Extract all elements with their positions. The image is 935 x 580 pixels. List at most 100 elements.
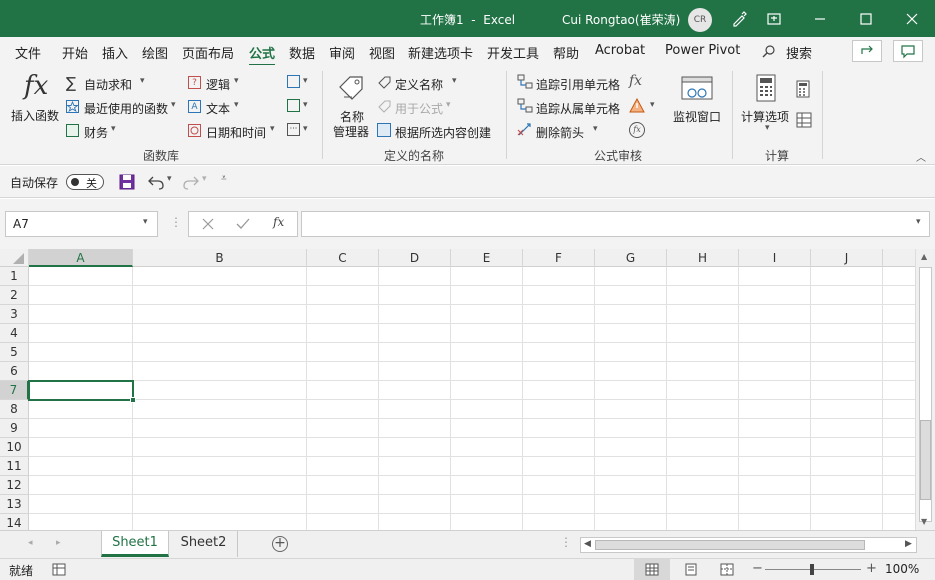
row-header-9[interactable]: 9 xyxy=(0,419,29,438)
financial-button[interactable]: 财务 xyxy=(84,124,108,141)
customize-qat-icon[interactable]: ⩡ xyxy=(221,173,227,184)
tab-page-layout[interactable]: 页面布局 xyxy=(182,43,234,62)
define-name-button[interactable]: 定义名称 xyxy=(395,76,443,93)
comment-icon[interactable] xyxy=(893,40,923,62)
scroll-down-icon[interactable]: ▼ xyxy=(921,517,927,526)
watch-window-button[interactable]: 监视窗口 xyxy=(673,108,721,125)
worksheet-grid[interactable]: A B C D E F G H I J 1 2 3 4 5 6 7 8 9 10… xyxy=(0,249,915,530)
calculate-now-icon[interactable] xyxy=(796,80,810,101)
horizontal-scrollbar[interactable]: ◀ ▶ xyxy=(580,537,917,553)
name-box-value[interactable]: A7 xyxy=(13,217,29,231)
chevron-down-icon[interactable]: ▾ xyxy=(234,100,239,110)
row-header-12[interactable]: 12 xyxy=(0,476,29,495)
page-break-view-icon[interactable] xyxy=(720,563,734,579)
chevron-down-icon[interactable]: ▾ xyxy=(111,124,116,134)
add-sheet-icon[interactable]: + xyxy=(272,536,288,552)
zoom-in-icon[interactable]: + xyxy=(866,561,877,576)
column-header-d[interactable]: D xyxy=(379,249,451,267)
tab-help[interactable]: 帮助 xyxy=(553,43,579,62)
ribbon-display-icon[interactable] xyxy=(751,0,797,37)
sheet-tab-sheet1[interactable]: Sheet1 xyxy=(101,531,169,557)
active-cell[interactable] xyxy=(28,380,134,401)
tab-new[interactable]: 新建选项卡 xyxy=(408,43,473,62)
use-in-formula-button[interactable]: 用于公式 xyxy=(395,100,443,117)
row-header-4[interactable]: 4 xyxy=(0,324,29,343)
column-header-h[interactable]: H xyxy=(667,249,739,267)
calculate-sheet-icon[interactable] xyxy=(796,112,814,133)
tab-view[interactable]: 视图 xyxy=(369,43,395,62)
column-header-e[interactable]: E xyxy=(451,249,523,267)
error-checking-icon[interactable] xyxy=(629,97,645,116)
zoom-slider[interactable] xyxy=(765,564,861,575)
chevron-down-icon[interactable]: ▾ xyxy=(593,124,598,134)
zoom-slider-thumb[interactable] xyxy=(810,564,814,575)
insert-function-icon[interactable]: fx xyxy=(273,215,284,229)
text-button[interactable]: 文本 xyxy=(206,100,230,117)
tab-developer[interactable]: 开发工具 xyxy=(487,43,539,62)
trace-dependents-button[interactable]: 追踪从属单元格 xyxy=(536,100,620,117)
column-header-k[interactable] xyxy=(883,249,915,267)
chevron-down-icon[interactable]: ▾ xyxy=(446,100,451,110)
share-icon[interactable] xyxy=(852,40,882,62)
undo-icon[interactable] xyxy=(147,174,165,193)
column-header-a[interactable]: A xyxy=(29,249,133,267)
trace-precedents-button[interactable]: 追踪引用单元格 xyxy=(536,76,620,93)
more-functions-icon[interactable]: ··· xyxy=(287,123,300,136)
fill-handle[interactable] xyxy=(130,397,136,403)
tab-file[interactable]: 文件 xyxy=(15,43,41,62)
cancel-icon[interactable] xyxy=(202,218,214,233)
evaluate-formula-icon[interactable]: fx xyxy=(629,122,645,138)
chevron-down-icon[interactable]: ▾ xyxy=(171,100,176,110)
lookup-icon[interactable] xyxy=(287,75,300,88)
logical-button[interactable]: 逻辑 xyxy=(206,76,230,93)
tab-draw[interactable]: 绘图 xyxy=(142,43,168,62)
chevron-down-icon[interactable]: ▾ xyxy=(303,100,308,110)
row-header-11[interactable]: 11 xyxy=(0,457,29,476)
tab-formulas[interactable]: 公式 xyxy=(249,43,276,67)
enter-check-icon[interactable] xyxy=(236,218,250,233)
save-icon[interactable] xyxy=(119,174,135,193)
chevron-down-icon[interactable]: ▾ xyxy=(303,124,308,134)
row-header-13[interactable]: 13 xyxy=(0,495,29,514)
expand-formula-icon[interactable]: ▾ xyxy=(916,217,921,227)
datetime-button[interactable]: 日期和时间 xyxy=(206,124,266,141)
column-header-b[interactable]: B xyxy=(133,249,307,267)
scroll-thumb[interactable] xyxy=(920,420,931,500)
name-box[interactable]: A7 ▾ xyxy=(5,211,158,237)
autosum-button[interactable]: 自动求和 xyxy=(84,76,132,93)
macro-record-icon[interactable] xyxy=(52,563,66,579)
sheet-tab-sheet2[interactable]: Sheet2 xyxy=(170,531,238,557)
search-icon[interactable] xyxy=(762,44,776,61)
column-header-c[interactable]: C xyxy=(307,249,379,267)
maximize-icon[interactable] xyxy=(843,0,889,37)
scroll-right-icon[interactable]: ▸ xyxy=(56,538,61,548)
tab-review[interactable]: 审阅 xyxy=(329,43,355,62)
vertical-scrollbar[interactable]: ▲ ▼ xyxy=(915,249,935,530)
row-header-3[interactable]: 3 xyxy=(0,305,29,324)
column-header-f[interactable]: F xyxy=(523,249,595,267)
zoom-level[interactable]: 100% xyxy=(885,562,919,576)
row-header-2[interactable]: 2 xyxy=(0,286,29,305)
formula-input[interactable]: ▾ xyxy=(301,211,930,237)
row-header-8[interactable]: 8 xyxy=(0,400,29,419)
row-header-5[interactable]: 5 xyxy=(0,343,29,362)
row-header-1[interactable]: 1 xyxy=(0,267,29,286)
column-header-i[interactable]: I xyxy=(739,249,811,267)
tab-acrobat[interactable]: Acrobat xyxy=(595,43,645,58)
scroll-left-icon[interactable]: ◂ xyxy=(28,538,33,548)
recent-functions-button[interactable]: 最近使用的函数 xyxy=(84,100,168,117)
chevron-down-icon[interactable]: ▾ xyxy=(765,123,770,133)
page-layout-view-icon[interactable] xyxy=(684,563,698,579)
chevron-down-icon[interactable]: ▾ xyxy=(303,76,308,86)
horizontal-scroll-thumb[interactable] xyxy=(595,540,865,550)
chevron-down-icon[interactable]: ▾ xyxy=(167,174,172,184)
row-header-6[interactable]: 6 xyxy=(0,362,29,381)
scroll-left-icon[interactable]: ◀ xyxy=(584,539,591,549)
create-from-selection-button[interactable]: 根据所选内容创建 xyxy=(395,124,491,141)
tab-insert[interactable]: 插入 xyxy=(102,43,128,62)
column-header-j[interactable]: J xyxy=(811,249,883,267)
column-header-g[interactable]: G xyxy=(595,249,667,267)
tab-power-pivot[interactable]: Power Pivot xyxy=(665,43,740,58)
tab-split-handle[interactable]: ⋮ xyxy=(560,535,572,549)
chevron-down-icon[interactable]: ▾ xyxy=(270,124,275,134)
